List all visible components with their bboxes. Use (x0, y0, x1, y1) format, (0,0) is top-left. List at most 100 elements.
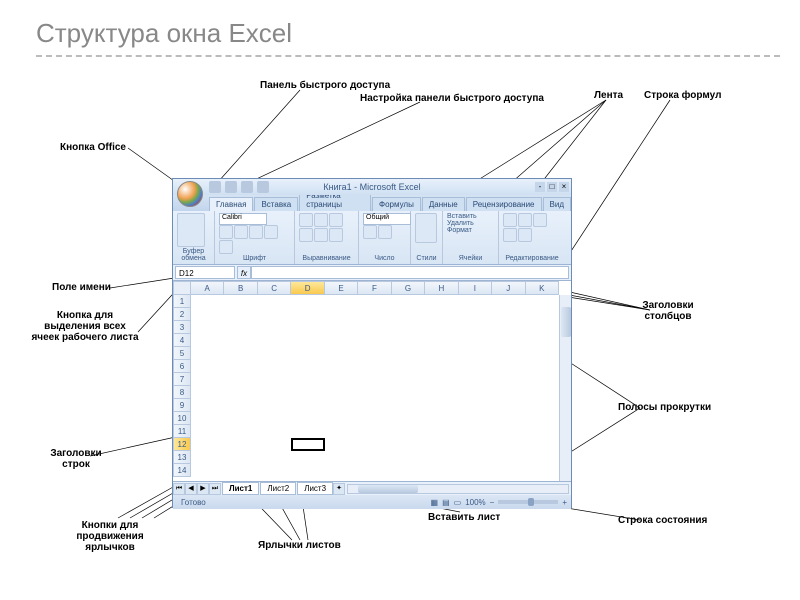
callout-insert-sheet: Вставить лист (428, 512, 500, 523)
sheet-nav-next-icon[interactable]: ▶ (197, 483, 209, 495)
sheet-tab[interactable]: Лист2 (260, 482, 296, 495)
name-box[interactable]: D12 (175, 266, 235, 279)
comma-icon[interactable] (378, 225, 392, 239)
format-button[interactable]: Формат (447, 227, 494, 234)
row-header[interactable]: 9 (173, 399, 191, 412)
row-header[interactable]: 1 (173, 295, 191, 308)
view-layout-icon[interactable]: ▤ (442, 498, 450, 507)
sheet-nav-prev-icon[interactable]: ◀ (185, 483, 197, 495)
ribbon-label-cells: Ячейки (447, 255, 494, 262)
horizontal-scrollbar[interactable] (347, 484, 569, 494)
styles-button[interactable] (415, 213, 437, 243)
select-all-button[interactable] (173, 281, 191, 295)
title-divider (36, 55, 780, 57)
slide-title: Структура окна Excel (0, 0, 800, 55)
insert-button[interactable]: Вставить (447, 213, 494, 220)
align-icon[interactable] (329, 228, 343, 242)
row-header[interactable]: 2 (173, 308, 191, 321)
row-header[interactable]: 6 (173, 360, 191, 373)
col-header[interactable]: F (358, 281, 391, 295)
col-header[interactable]: D (291, 281, 324, 295)
fx-icon[interactable]: fx (237, 266, 251, 279)
col-header[interactable]: K (526, 281, 559, 295)
qat-redo-icon[interactable] (241, 181, 253, 193)
col-header[interactable]: J (492, 281, 525, 295)
view-normal-icon[interactable]: ▦ (431, 498, 439, 507)
scrollbar-thumb[interactable] (561, 307, 571, 337)
align-icon[interactable] (299, 228, 313, 242)
row-header[interactable]: 5 (173, 347, 191, 360)
cells-area[interactable] (191, 295, 559, 481)
scrollbar-thumb[interactable] (358, 485, 418, 493)
tab-data[interactable]: Данные (422, 197, 465, 211)
col-header[interactable]: E (325, 281, 358, 295)
align-icon[interactable] (314, 228, 328, 242)
row-header[interactable]: 3 (173, 321, 191, 334)
ribbon-group-font: Calibri Шрифт (215, 211, 295, 264)
ribbon-group-clipboard: Буфер обмена (173, 211, 215, 264)
underline-icon[interactable] (249, 225, 263, 239)
font-select[interactable]: Calibri (219, 213, 267, 225)
qat-undo-icon[interactable] (225, 181, 237, 193)
number-format-select[interactable]: Общий (363, 213, 411, 225)
sheet-tab[interactable]: Лист3 (297, 482, 333, 495)
formula-input[interactable] (251, 266, 569, 279)
find-icon[interactable] (518, 228, 532, 242)
minimize-icon[interactable]: - (535, 182, 545, 192)
tab-insert[interactable]: Вставка (254, 197, 298, 211)
zoom-slider[interactable] (498, 500, 558, 504)
align-icon[interactable] (329, 213, 343, 227)
view-break-icon[interactable]: ▭ (454, 498, 462, 507)
maximize-icon[interactable]: □ (547, 182, 557, 192)
row-header[interactable]: 8 (173, 386, 191, 399)
row-header[interactable]: 4 (173, 334, 191, 347)
tab-review[interactable]: Рецензирование (466, 197, 542, 211)
office-button[interactable] (177, 181, 203, 207)
col-header[interactable]: B (224, 281, 257, 295)
callout-col-headers: Заголовки столбцов (628, 300, 708, 322)
insert-sheet-icon[interactable]: ✦ (333, 483, 345, 495)
excel-window: Книга1 - Microsoft Excel - □ × Главная В… (172, 178, 572, 508)
vertical-scrollbar[interactable] (559, 295, 571, 481)
row-header[interactable]: 12 (173, 438, 191, 451)
sheet-tab[interactable]: Лист1 (222, 482, 259, 495)
paste-button[interactable] (177, 213, 205, 247)
col-header[interactable]: I (459, 281, 492, 295)
close-icon[interactable]: × (559, 182, 569, 192)
ribbon-label-styles: Стили (415, 255, 438, 262)
row-header[interactable]: 7 (173, 373, 191, 386)
sum-icon[interactable] (503, 213, 517, 227)
sheet-nav-last-icon[interactable]: ⏭ (209, 483, 221, 495)
bold-icon[interactable] (219, 225, 233, 239)
fill-icon[interactable] (219, 240, 233, 254)
delete-button[interactable]: Удалить (447, 220, 494, 227)
callout-formula-bar: Строка формул (644, 90, 721, 101)
row-header[interactable]: 11 (173, 425, 191, 438)
qat-save-icon[interactable] (209, 181, 221, 193)
percent-icon[interactable] (363, 225, 377, 239)
ribbon-label-font: Шрифт (219, 255, 290, 262)
col-header[interactable]: H (425, 281, 458, 295)
clear-icon[interactable] (533, 213, 547, 227)
col-header[interactable]: C (258, 281, 291, 295)
row-header[interactable]: 10 (173, 412, 191, 425)
zoom-in-icon[interactable]: + (562, 498, 567, 507)
active-cell[interactable] (291, 438, 325, 451)
qat-customize-icon[interactable] (257, 181, 269, 193)
col-header[interactable]: A (191, 281, 224, 295)
border-icon[interactable] (264, 225, 278, 239)
col-header[interactable]: G (392, 281, 425, 295)
row-header[interactable]: 14 (173, 464, 191, 477)
tab-view[interactable]: Вид (543, 197, 571, 211)
tab-formulas[interactable]: Формулы (372, 197, 421, 211)
row-header[interactable]: 13 (173, 451, 191, 464)
sort-icon[interactable] (503, 228, 517, 242)
italic-icon[interactable] (234, 225, 248, 239)
fill-down-icon[interactable] (518, 213, 532, 227)
callout-nav-buttons: Кнопки для продвижения ярлычков (60, 520, 160, 553)
zoom-out-icon[interactable]: − (490, 498, 495, 507)
align-icon[interactable] (314, 213, 328, 227)
align-icon[interactable] (299, 213, 313, 227)
sheet-nav-first-icon[interactable]: ⏮ (173, 483, 185, 495)
tab-home[interactable]: Главная (209, 197, 253, 211)
